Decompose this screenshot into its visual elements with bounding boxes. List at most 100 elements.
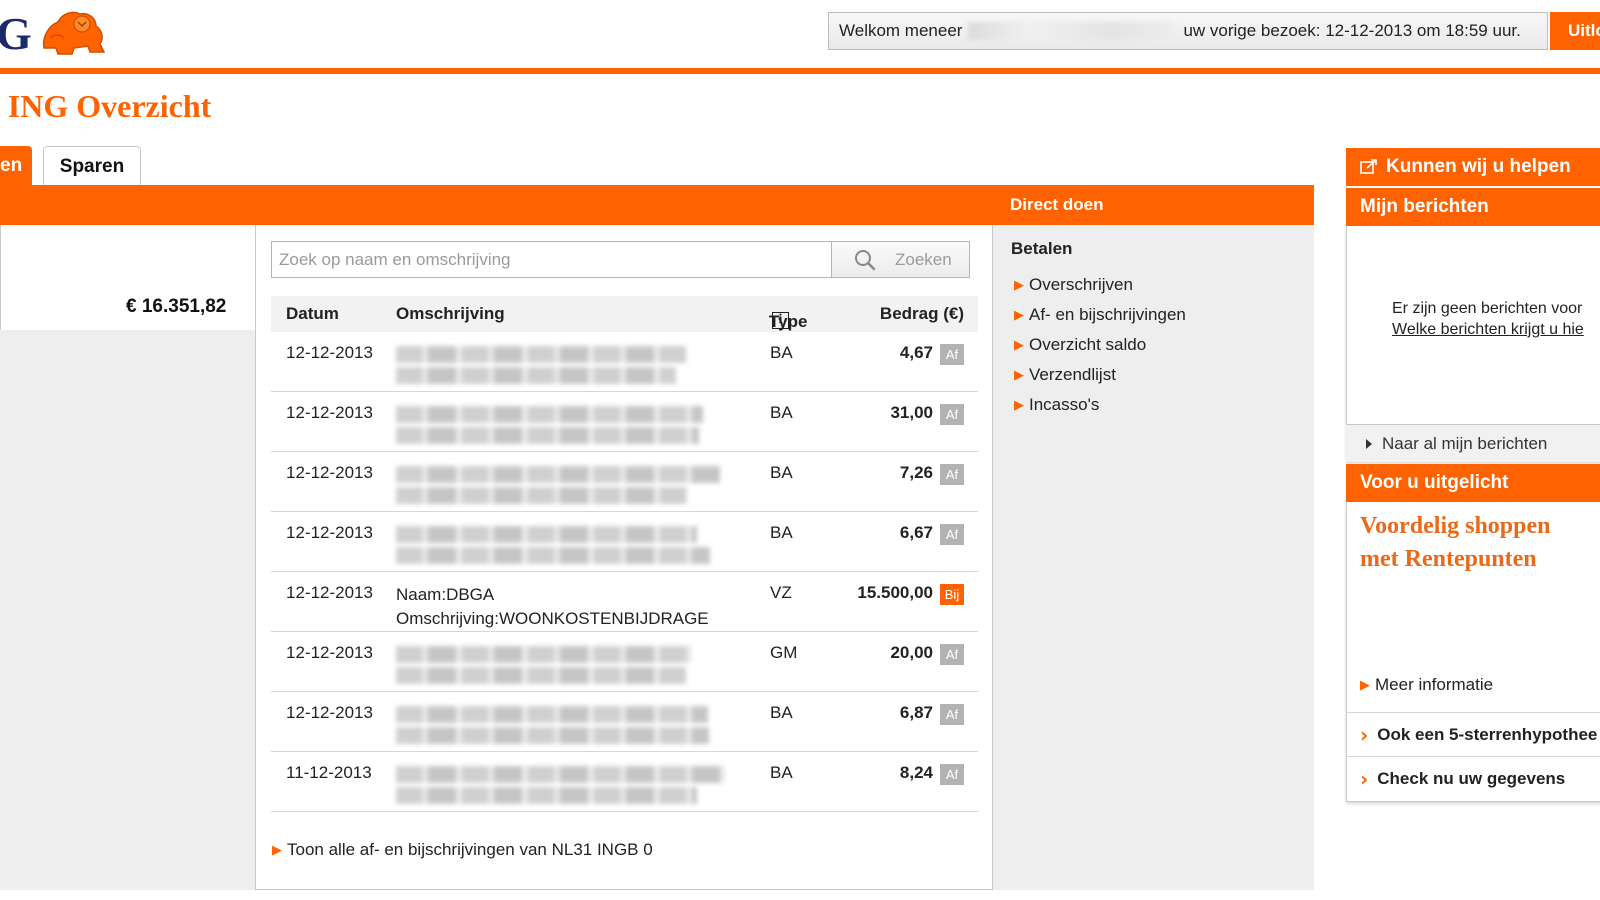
arrow-right-icon: ▶ xyxy=(1014,307,1024,322)
arrow-right-icon: ▶ xyxy=(1014,277,1024,292)
search-button-label: Zoeken xyxy=(895,249,952,269)
tx-description xyxy=(396,463,736,508)
col-datum: Datum xyxy=(286,304,339,323)
tx-type: GM xyxy=(770,643,798,662)
lion-logo-icon xyxy=(42,11,105,55)
chevron-right-icon: › xyxy=(1360,722,1369,747)
which-messages-link[interactable]: Welke berichten krijgt u hie xyxy=(1392,319,1584,340)
redacted-description xyxy=(396,487,687,504)
tx-direction-badge: Af xyxy=(940,704,964,725)
redacted-description xyxy=(396,367,676,384)
tx-date: 12-12-2013 xyxy=(286,583,373,602)
info-icon[interactable]: i xyxy=(772,312,789,329)
table-row[interactable]: 12-12-2013 BA 31,00 Af xyxy=(271,392,978,452)
show-all-transactions-link[interactable]: ▶ Toon alle af- en bijschrijvingen van N… xyxy=(272,840,653,860)
tx-description: Naam:DBGA Omschrijving:WOONKOSTENBIJDRAGE xyxy=(396,583,736,631)
tx-amount: 6,87 xyxy=(899,703,933,722)
tx-amount: 4,67 xyxy=(899,343,933,362)
table-row[interactable]: 12-12-2013 BA 7,26 Af xyxy=(271,452,978,512)
search-icon xyxy=(855,249,876,270)
column-divider xyxy=(255,225,256,330)
col-bedrag: Bedrag (€) xyxy=(879,304,964,323)
table-row[interactable]: 12-12-2013 GM 20,00 Af xyxy=(271,632,978,692)
tx-description xyxy=(396,403,736,448)
arrow-right-icon: ▶ xyxy=(1014,367,1024,382)
tx-date: 12-12-2013 xyxy=(286,343,373,362)
link-af-bijschrijvingen[interactable]: ▶ Af- en bijschrijvingen xyxy=(1014,305,1186,325)
welcome-bar: Welkom meneer uw vorige bezoek: 12-12-20… xyxy=(828,12,1548,50)
logo-text: G xyxy=(0,7,32,59)
tx-date: 12-12-2013 xyxy=(286,463,373,482)
tx-date: 12-12-2013 xyxy=(286,703,373,722)
help-title: Kunnen wij u helpen xyxy=(1386,156,1571,177)
tx-description xyxy=(396,703,736,748)
redacted-description xyxy=(396,526,697,543)
account-sidebar xyxy=(0,330,256,890)
header-divider xyxy=(0,68,1600,74)
messages-header: Mijn berichten xyxy=(1346,188,1600,226)
tx-amount: 8,24 xyxy=(899,763,933,782)
search-button[interactable]: Zoeken xyxy=(831,241,970,278)
search-input[interactable] xyxy=(271,241,831,278)
link-incassos[interactable]: ▶ Incasso's xyxy=(1014,395,1099,415)
tx-type: BA xyxy=(770,343,793,362)
tx-type: VZ xyxy=(770,583,792,602)
tx-description xyxy=(396,763,736,808)
tab-sparen[interactable]: Sparen xyxy=(43,146,141,186)
tx-date: 12-12-2013 xyxy=(286,403,373,422)
redacted-description xyxy=(396,667,686,684)
description-line: Omschrijving:WOONKOSTENBIJDRAGE xyxy=(396,609,709,628)
tx-amount: 31,00 xyxy=(890,403,933,422)
direct-doen-title: Direct doen xyxy=(1010,195,1104,214)
tx-date: 11-12-2013 xyxy=(286,763,372,782)
redacted-description xyxy=(396,766,725,783)
link-verzendlijst[interactable]: ▶ Verzendlijst xyxy=(1014,365,1116,385)
tx-description xyxy=(396,643,736,688)
help-header[interactable]: Kunnen wij u helpen xyxy=(1346,148,1600,186)
tx-direction-badge: Bij xyxy=(940,584,964,605)
table-row[interactable]: 12-12-2013 Naam:DBGA Omschrijving:WOONKOST… xyxy=(271,572,978,632)
table-row[interactable]: 12-12-2013 BA 4,67 Af xyxy=(271,332,978,392)
col-omschrijving: Omschrijving xyxy=(396,304,505,323)
tx-type: BA xyxy=(770,523,793,542)
external-window-icon xyxy=(1360,159,1377,174)
arrow-right-icon: ▶ xyxy=(272,842,282,857)
tx-amount: 20,00 xyxy=(890,643,933,662)
tx-description xyxy=(396,523,736,568)
arrow-right-icon: ▶ xyxy=(1360,677,1370,692)
redacted-description xyxy=(396,646,691,663)
tx-direction-badge: Af xyxy=(940,764,964,785)
tx-amount: 7,26 xyxy=(899,463,933,482)
tx-description xyxy=(396,343,736,388)
ing-logo[interactable]: G xyxy=(0,7,108,59)
tx-date: 12-12-2013 xyxy=(286,523,373,542)
all-messages-link[interactable]: Naar al mijn berichten xyxy=(1346,424,1600,462)
featured-promo-title[interactable]: Voordelig shoppen met Rentepunten xyxy=(1360,510,1551,576)
tab-betalen[interactable]: en xyxy=(0,146,32,186)
promo-item-hypotheek[interactable]: › Ook een 5-sterrenhypothee xyxy=(1346,712,1600,756)
triangle-right-icon xyxy=(1366,438,1372,449)
redacted-description xyxy=(396,787,697,804)
tx-direction-badge: Af xyxy=(940,464,964,485)
redacted-description xyxy=(396,466,720,483)
more-info-link[interactable]: ▶ Meer informatie xyxy=(1360,675,1493,695)
table-row[interactable]: 12-12-2013 BA 6,87 Af xyxy=(271,692,978,752)
chevron-right-icon: › xyxy=(1360,766,1369,791)
tx-type: BA xyxy=(770,763,793,782)
redacted-name xyxy=(968,22,1174,40)
redacted-description xyxy=(396,346,686,363)
messages-text: Er zijn geen berichten voor Welke berich… xyxy=(1392,298,1584,340)
table-row[interactable]: 12-12-2013 BA 6,67 Af xyxy=(271,512,978,572)
logout-button[interactable]: Uitlo xyxy=(1550,12,1600,50)
link-overschrijven[interactable]: ▶ Overschrijven xyxy=(1014,275,1133,295)
tx-direction-badge: Af xyxy=(940,524,964,545)
no-messages-text: Er zijn geen berichten voor xyxy=(1392,300,1583,317)
redacted-description xyxy=(396,406,703,423)
promo-item-gegevens[interactable]: › Check nu uw gegevens xyxy=(1346,756,1600,800)
tx-direction-badge: Af xyxy=(940,644,964,665)
tx-direction-badge: Af xyxy=(940,404,964,425)
betalen-section-title: Betalen xyxy=(1011,239,1073,258)
account-balance: € 16.351,82 xyxy=(126,296,227,317)
table-row[interactable]: 11-12-2013 BA 8,24 Af xyxy=(271,752,978,812)
link-overzicht-saldo[interactable]: ▶ Overzicht saldo xyxy=(1014,335,1146,355)
